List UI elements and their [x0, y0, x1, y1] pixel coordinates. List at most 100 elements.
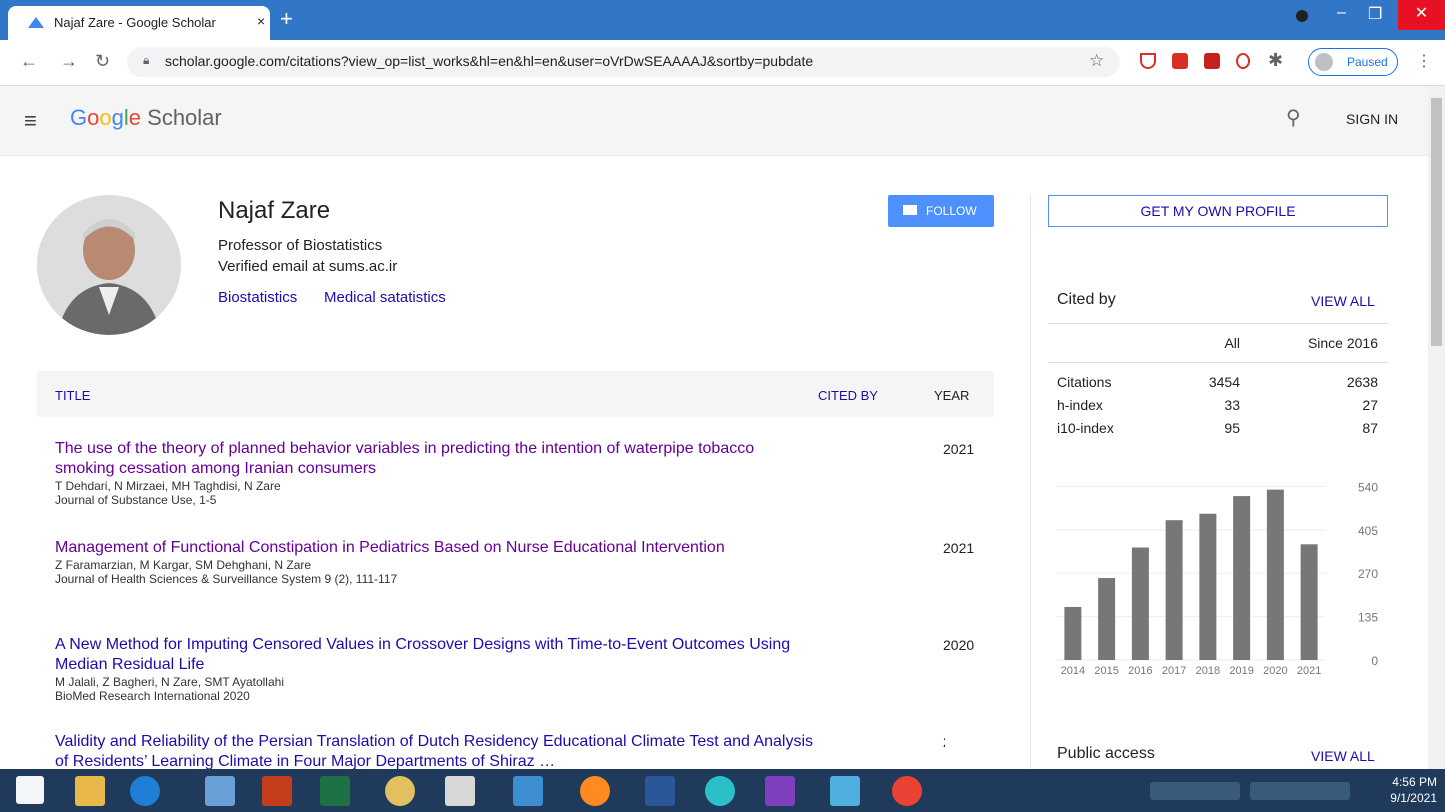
article-year: 2021 [943, 540, 975, 556]
tray-status-icons[interactable] [1250, 782, 1350, 800]
avatar [1315, 53, 1333, 71]
citation-bar[interactable] [1233, 496, 1251, 660]
col-since-header: Since 2016 [1307, 335, 1378, 351]
year-column-header[interactable]: YEAR [934, 388, 969, 403]
address-bar[interactable]: 🔒︎ scholar.google.com/citations?view_op=… [127, 47, 1120, 77]
citation-bar[interactable] [1266, 489, 1284, 660]
cited-by-view-all-link[interactable]: VIEW ALL [1311, 293, 1375, 309]
scholar-logo[interactable]: Google Scholar [70, 105, 222, 131]
follow-button[interactable]: FOLLOW [888, 195, 994, 227]
articles-table-header: TITLE CITED BY YEAR [37, 371, 994, 417]
article-venue: Journal of Substance Use, 1-5 [55, 493, 217, 507]
interest-link-biostatistics[interactable]: Biostatistics [218, 289, 297, 306]
windows-start-icon[interactable] [16, 776, 44, 804]
get-my-own-profile-button[interactable]: GET MY OWN PROFILE [1048, 195, 1388, 227]
taskbar-clock[interactable]: 4:56 PM 9/1/2021 [1373, 774, 1437, 806]
article-authors: M Jalali, Z Bagheri, N Zare, SMT Ayatoll… [55, 675, 284, 689]
chrome-icon[interactable] [892, 776, 922, 806]
article-title-link[interactable]: A New Method for Imputing Censored Value… [55, 635, 815, 675]
powerpoint-icon[interactable] [262, 776, 292, 806]
table-row: Management of Functional Constipation in… [55, 538, 974, 586]
citation-bar[interactable] [1131, 547, 1149, 661]
browser-menu-icon[interactable]: ⋮ [1416, 51, 1432, 71]
sort-title-link[interactable]: TITLE [55, 388, 90, 403]
article-title-link[interactable]: Management of Functional Constipation in… [55, 538, 815, 558]
camera-icon[interactable] [765, 776, 795, 806]
citation-bar[interactable] [1199, 513, 1217, 660]
notepad-icon[interactable] [513, 776, 543, 806]
article-authors: Z Faramarzian, M Kargar, SM Dehghani, N … [55, 558, 312, 572]
profile-name: Najaf Zare [218, 197, 331, 224]
article-title-link[interactable]: Validity and Reliability of the Persian … [55, 732, 815, 769]
system-tray-icons[interactable] [1150, 782, 1240, 800]
file-explorer-icon[interactable] [75, 776, 105, 806]
sign-in-link[interactable]: SIGN IN [1346, 111, 1398, 127]
minimize-icon[interactable]: – [1337, 4, 1346, 22]
clock-date: 9/1/2021 [1390, 791, 1437, 805]
bookmark-star-icon[interactable]: ☆ [1089, 51, 1104, 71]
restore-icon[interactable]: ❐ [1368, 4, 1382, 24]
excel-icon[interactable] [320, 776, 350, 806]
citation-bar[interactable] [1098, 578, 1116, 660]
x-tick-label: 2016 [1128, 665, 1152, 677]
tab-close-icon[interactable]: × [257, 13, 265, 29]
reload-icon[interactable]: ↻ [95, 51, 110, 72]
calculator-icon[interactable] [445, 776, 475, 806]
citation-bar[interactable] [1064, 606, 1082, 660]
table-row: The use of the theory of planned behavio… [55, 439, 974, 507]
sort-cited-by-link[interactable]: CITED BY [818, 388, 878, 403]
pocket-extension-icon[interactable] [1172, 53, 1188, 69]
profile-paused-button[interactable]: Paused [1308, 48, 1398, 76]
sidebar-divider [1030, 195, 1031, 769]
browser-tab[interactable]: Najaf Zare - Google Scholar × [8, 6, 270, 40]
y-tick-label: 135 [1358, 611, 1378, 625]
scholar-header: ≡ Google Scholar ⚲ SIGN IN [0, 86, 1428, 156]
clock-time: 4:56 PM [1392, 775, 1437, 789]
paused-label: Paused [1347, 55, 1388, 69]
x-tick-label: 2020 [1263, 665, 1287, 677]
extensions-puzzle-icon[interactable]: ✱ [1268, 50, 1283, 71]
forward-icon[interactable]: → [60, 51, 78, 72]
metric-all: 33 [1224, 397, 1240, 413]
logo-google: Google [70, 105, 142, 130]
edge-icon[interactable] [705, 776, 735, 806]
x-tick-label: 2019 [1229, 665, 1253, 677]
firefox-icon[interactable] [580, 776, 610, 806]
scholar-favicon-icon [28, 17, 44, 28]
interest-link-medical-statistics[interactable]: Medical satatistics [324, 289, 446, 306]
logo-scholar: Scholar [147, 105, 222, 130]
article-authors: T Dehdari, N Mirzaei, MH Taghdisi, N Zar… [55, 479, 281, 493]
browser-profile-icon[interactable] [1296, 10, 1308, 22]
lock-extension-icon[interactable] [1236, 53, 1250, 69]
pdf-extension-icon[interactable] [1204, 53, 1220, 69]
x-tick-label: 2018 [1196, 665, 1220, 677]
y-tick-label: 540 [1358, 480, 1378, 494]
profile-photo [37, 195, 181, 335]
search-icon[interactable]: ⚲ [1286, 105, 1301, 130]
profile-affiliation: Professor of Biostatistics [218, 237, 383, 254]
word-icon[interactable] [645, 776, 675, 806]
y-tick-label: 270 [1358, 567, 1378, 581]
network-app-icon[interactable] [830, 776, 860, 806]
paint-icon[interactable] [385, 776, 415, 806]
back-icon[interactable]: ← [20, 51, 38, 72]
article-venue: Journal of Health Sciences & Surveillanc… [55, 572, 398, 586]
control-panel-icon[interactable] [205, 776, 235, 806]
table-row: A New Method for Imputing Censored Value… [55, 635, 974, 703]
new-tab-button[interactable]: + [280, 6, 293, 32]
citation-bar[interactable] [1300, 544, 1318, 660]
window-close-icon[interactable]: ✕ [1398, 0, 1445, 30]
divider [1048, 362, 1388, 363]
divider [1048, 323, 1388, 324]
shield-extension-icon[interactable] [1140, 53, 1156, 69]
scrollbar-thumb[interactable] [1431, 98, 1442, 346]
public-access-view-all-link[interactable]: VIEW ALL [1311, 748, 1375, 764]
internet-explorer-icon[interactable] [130, 776, 160, 806]
article-year: 2021 [943, 441, 975, 457]
metric-all: 95 [1224, 420, 1240, 436]
url-text[interactable]: scholar.google.com/citations?view_op=lis… [165, 53, 813, 69]
hamburger-menu-icon[interactable]: ≡ [24, 108, 37, 134]
citation-bar[interactable] [1165, 520, 1183, 660]
page-scrollbar[interactable] [1428, 86, 1445, 769]
article-title-link[interactable]: The use of the theory of planned behavio… [55, 439, 815, 479]
